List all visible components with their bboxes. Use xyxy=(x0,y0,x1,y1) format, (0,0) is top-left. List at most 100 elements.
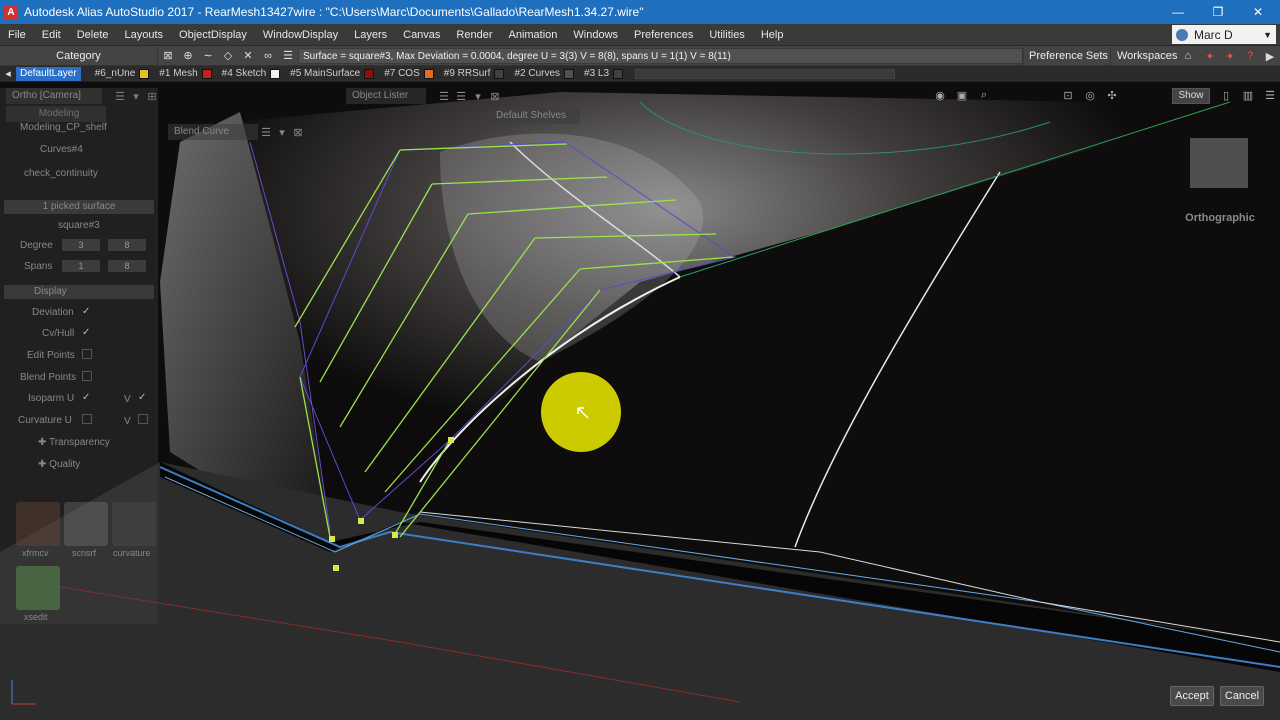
info-icon[interactable]: ☰ xyxy=(278,48,298,64)
restore-button[interactable]: ❐ xyxy=(1198,0,1238,24)
menu-edit[interactable]: Edit xyxy=(34,29,69,41)
spans-v-field[interactable]: 8 xyxy=(108,260,146,272)
camera-frame-icon[interactable]: ▣ xyxy=(952,87,972,103)
curves-item[interactable]: Curves#4 xyxy=(40,144,83,155)
degree-u-field[interactable]: 3 xyxy=(62,239,100,251)
layer-default[interactable]: DefaultLayer xyxy=(16,66,81,81)
menu-help[interactable]: Help xyxy=(753,29,792,41)
menu-delete[interactable]: Delete xyxy=(69,29,117,41)
shelf-name[interactable]: Modeling_CP_shelf xyxy=(20,122,107,133)
play-icon[interactable]: ▶ xyxy=(1260,48,1280,64)
menu-canvas[interactable]: Canvas xyxy=(395,29,448,41)
deviation-checkbox[interactable]: ✓ xyxy=(82,307,92,317)
camera-tumble-icon[interactable]: ◉ xyxy=(930,87,950,103)
layer-label: #7 COS xyxy=(384,67,420,79)
menu-preferences[interactable]: Preferences xyxy=(626,29,701,41)
deviation-label: Deviation xyxy=(32,307,74,318)
curve-icon[interactable]: ∼ xyxy=(198,48,218,64)
display-section-header[interactable]: Display xyxy=(4,285,154,299)
layer-4[interactable]: #4 Sketch xyxy=(218,67,284,81)
accept-button[interactable]: Accept xyxy=(1170,686,1214,706)
pick-icon[interactable]: ⊠ xyxy=(158,48,178,64)
blend-curve-close-icon[interactable]: ⊠ xyxy=(288,124,308,140)
layer-color-swatch xyxy=(494,68,505,79)
menu-file[interactable]: File xyxy=(0,29,34,41)
transparency-section[interactable]: ✚ Transparency xyxy=(38,437,110,448)
marking-menu-icon[interactable]: ? xyxy=(1240,48,1260,64)
menu-windows[interactable]: Windows xyxy=(565,29,626,41)
quality-label: Quality xyxy=(49,459,81,470)
layer-scrollbar[interactable] xyxy=(635,68,896,79)
layer-color-swatch xyxy=(564,68,575,79)
layer-label: #3 L3 xyxy=(584,67,610,79)
layer-6[interactable]: #6_nUne xyxy=(91,67,154,81)
layer-5[interactable]: #5 MainSurface xyxy=(286,67,378,81)
layer-3[interactable]: #3 L3 xyxy=(580,67,627,81)
spans-u-field[interactable]: 1 xyxy=(62,260,100,272)
default-shelves-title[interactable]: Default Shelves xyxy=(490,108,580,124)
cancel-button[interactable]: Cancel xyxy=(1220,686,1264,706)
surface-icon[interactable]: ◇ xyxy=(218,48,238,64)
camera-zoom-icon[interactable]: ⌕ xyxy=(974,87,994,103)
isoparm-u-checkbox[interactable]: ✓ xyxy=(82,393,92,403)
viewport-menu-icon[interactable]: ☰ xyxy=(1260,87,1280,103)
edit-points-checkbox[interactable] xyxy=(82,349,92,359)
menu-layers[interactable]: Layers xyxy=(346,29,395,41)
view-orbit-icon[interactable]: ◎ xyxy=(1080,87,1100,103)
menu-animation[interactable]: Animation xyxy=(501,29,566,41)
layer-label: DefaultLayer xyxy=(20,67,77,79)
menu-utilities[interactable]: Utilities xyxy=(701,29,752,41)
menu-objectdisplay[interactable]: ObjectDisplay xyxy=(171,29,255,41)
workspaces-button[interactable]: Workspaces xyxy=(1110,47,1183,65)
user-account-dropdown[interactable]: Marc D ▼ xyxy=(1172,25,1276,44)
menu-layouts[interactable]: Layouts xyxy=(117,29,172,41)
menu-render[interactable]: Render xyxy=(448,29,500,41)
shelf-icon[interactable]: ✦ xyxy=(1220,48,1240,64)
scnsrf-tool-icon[interactable] xyxy=(64,502,108,546)
split-icon[interactable]: ▥ xyxy=(1238,87,1258,103)
snap-icon[interactable]: ✕ xyxy=(238,48,258,64)
curvature-u-checkbox[interactable] xyxy=(82,414,92,424)
object-lister-title[interactable]: Object Lister xyxy=(346,88,426,104)
view-pan-icon[interactable]: ✣ xyxy=(1102,87,1122,103)
layer-9[interactable]: #9 RRSurf xyxy=(440,67,509,81)
degree-v-field[interactable]: 8 xyxy=(108,239,146,251)
cv-hull-checkbox[interactable]: ✓ xyxy=(82,328,92,338)
preference-sets-button[interactable]: Preference Sets xyxy=(1022,47,1114,65)
minimize-button[interactable]: — xyxy=(1158,0,1198,24)
modeling-viewport[interactable]: Ortho [Camera] ☰ ▾ ⊞ Modeling Object Lis… xyxy=(0,82,1280,720)
curvature-tool-icon[interactable] xyxy=(112,502,156,546)
isoparm-u-label: Isoparm U xyxy=(28,393,75,404)
check-continuity-item[interactable]: check_continuity xyxy=(24,168,98,179)
chevron-left-icon[interactable]: ◂ xyxy=(0,66,16,82)
palette-icon[interactable]: ✦ xyxy=(1200,48,1220,64)
picked-surface-header[interactable]: 1 picked surface xyxy=(4,200,154,214)
close-button[interactable]: ✕ xyxy=(1238,0,1278,24)
xfrmcv-tool-icon[interactable] xyxy=(16,502,60,546)
view-cube xyxy=(1190,138,1248,188)
object-lister-close-icon[interactable]: ⊠ xyxy=(485,88,505,104)
transform-icon[interactable]: ⊕ xyxy=(178,48,198,64)
layer-2[interactable]: #2 Curves xyxy=(510,67,578,81)
cv-hull-label: Cv/Hull xyxy=(42,328,75,339)
layout-icon[interactable]: ▯ xyxy=(1216,87,1236,103)
layer-1[interactable]: #1 Mesh xyxy=(155,67,215,81)
menu-windowdisplay[interactable]: WindowDisplay xyxy=(255,29,346,41)
xsedit-tool-icon[interactable] xyxy=(16,566,60,610)
curvature-v-label: V xyxy=(124,416,131,427)
blend-points-checkbox[interactable] xyxy=(82,371,92,381)
home-icon[interactable]: ⌂ xyxy=(1178,48,1198,64)
curvature-v-checkbox[interactable] xyxy=(138,414,148,424)
chain-icon[interactable]: ∞ xyxy=(258,48,278,64)
category-dropdown[interactable]: Category xyxy=(0,46,158,65)
user-icon xyxy=(1176,28,1188,41)
chevron-down-icon: ▼ xyxy=(1263,29,1272,40)
layer-color-swatch xyxy=(270,68,281,79)
view-cube-toggle-icon[interactable]: ⊡ xyxy=(1058,87,1078,103)
isoparm-v-checkbox[interactable]: ✓ xyxy=(138,393,148,403)
quality-section[interactable]: ✚ Quality xyxy=(38,459,80,470)
curvature-u-label: Curvature U xyxy=(18,415,72,426)
show-button[interactable]: Show xyxy=(1172,88,1210,104)
blend-curve-title[interactable]: Blend Curve xyxy=(168,124,258,140)
layer-7[interactable]: #7 COS xyxy=(380,67,438,81)
